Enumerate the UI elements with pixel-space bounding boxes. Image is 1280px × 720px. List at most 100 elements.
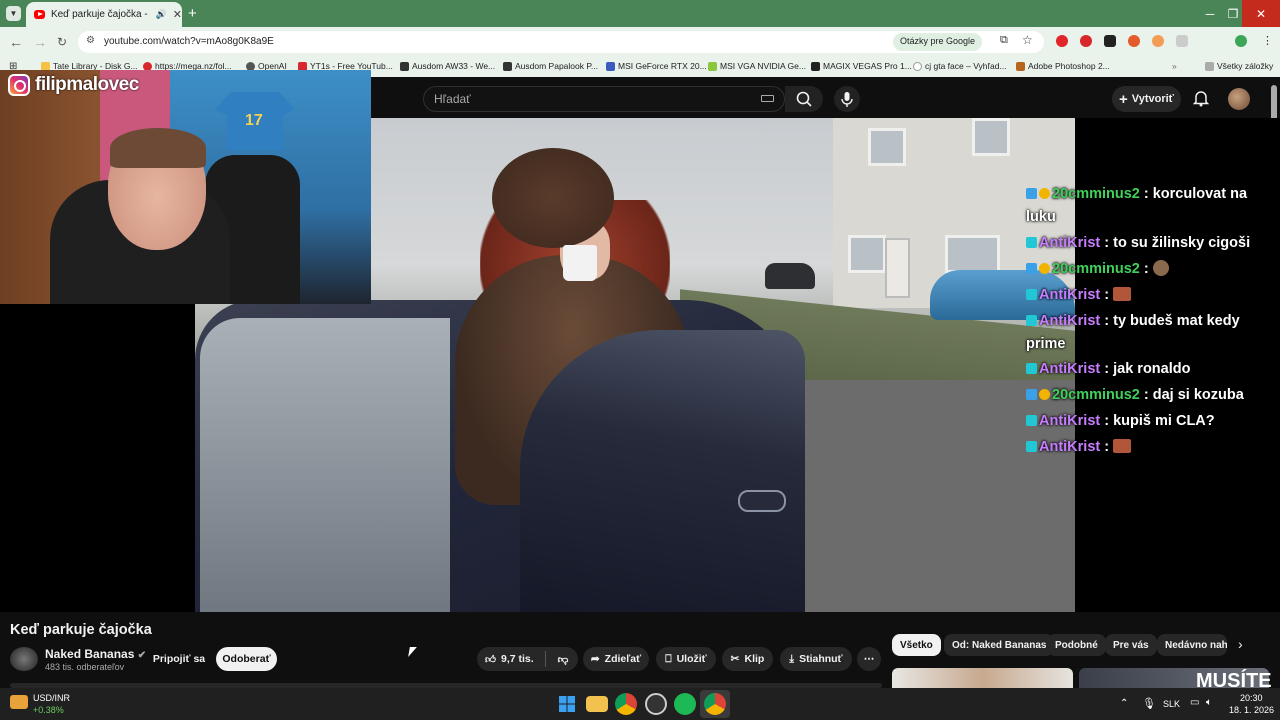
- chip-all[interactable]: Všetko: [892, 634, 941, 656]
- like-dislike-group: 👍︎ 9,7 tis. 👎︎: [477, 647, 578, 671]
- folder-icon: [1205, 61, 1214, 71]
- bookmark-item[interactable]: Ausdom AW33 - We...: [400, 61, 495, 71]
- share-button[interactable]: ➦ Zdieľať: [583, 647, 649, 671]
- bookmarks-overflow-icon[interactable]: »: [1172, 61, 1177, 71]
- join-button[interactable]: Pripojiť sa: [147, 647, 211, 671]
- chat-message: AntiKrist :: [1026, 436, 1276, 459]
- cast-icon[interactable]: ⧉: [1000, 34, 1008, 47]
- extensions-puzzle-icon[interactable]: [1176, 35, 1188, 47]
- dislike-button[interactable]: 👎︎: [558, 653, 569, 666]
- volume-icon[interactable]: 🔈︎: [1206, 697, 1212, 708]
- forward-icon[interactable]: →: [33, 34, 47, 50]
- badge-icon: [1026, 389, 1037, 400]
- tab-title: Keď parkuje čajočka - YouT: [50, 9, 150, 20]
- video-title: Keď parkuje čajočka: [10, 622, 152, 638]
- bookmark-item[interactable]: Adobe Photoshop 2...: [1016, 61, 1110, 71]
- windows-start-icon[interactable]: [556, 693, 578, 715]
- bookmark-item[interactable]: MAGIX VEGAS Pro 1...: [811, 61, 912, 71]
- webcam-hair: [110, 128, 206, 168]
- bookmark-item[interactable]: MSI VGA NVIDIA Ge...: [708, 61, 806, 71]
- subscribe-button[interactable]: Odoberať: [216, 647, 277, 671]
- keyboard-icon[interactable]: [761, 95, 774, 102]
- tray-overflow-icon[interactable]: ⌃: [1120, 698, 1128, 709]
- profile-icon[interactable]: [1235, 35, 1247, 47]
- google-questions-chip[interactable]: Otázky pre Google: [893, 33, 983, 51]
- more-actions-button[interactable]: ⋯: [857, 647, 881, 671]
- stock-name[interactable]: USD/INR: [33, 693, 70, 703]
- channel-name[interactable]: Naked Bananas ✔: [45, 647, 146, 661]
- tab-search-dropdown[interactable]: ▼: [6, 6, 21, 21]
- voice-search-button[interactable]: [834, 86, 860, 112]
- account-avatar[interactable]: [1228, 88, 1250, 110]
- chip-recent[interactable]: Nedávno nahr: [1157, 634, 1227, 656]
- channel-avatar[interactable]: [10, 647, 38, 671]
- back-icon[interactable]: ←: [9, 34, 23, 50]
- bookmark-item[interactable]: MSI GeForce RTX 20...: [606, 61, 707, 71]
- url-text[interactable]: youtube.com/watch?v=mAo8g0K8a9E: [104, 36, 274, 47]
- share-icon: ➦: [590, 653, 600, 665]
- badge-icon: [1039, 188, 1050, 199]
- bookmark-item[interactable]: cj gta face – Vyhľad...: [913, 61, 1007, 71]
- extension-icon[interactable]: [1128, 35, 1140, 47]
- chrome-profile-icon[interactable]: [704, 693, 726, 715]
- search-button[interactable]: [785, 86, 823, 112]
- tab-close-icon[interactable]: ✕: [173, 8, 182, 21]
- photoshop-icon: [1016, 61, 1025, 71]
- chat-message: 20cmminus2 : korculovat na luku: [1026, 186, 1248, 225]
- new-tab-button[interactable]: +: [188, 5, 197, 22]
- speaker-icon[interactable]: 🔊: [156, 9, 167, 20]
- clock-date[interactable]: 18. 1. 2026: [1229, 705, 1274, 715]
- chat-message: AntiKrist : kupiš mi CLA?: [1026, 410, 1276, 433]
- download-button[interactable]: ⤓ Stiahnuť: [780, 647, 852, 671]
- like-button[interactable]: 👍︎ 9,7 tis.: [485, 653, 534, 666]
- save-button[interactable]: ⎕ Uložiť: [656, 647, 716, 671]
- chip-for-you[interactable]: Pre vás: [1105, 634, 1157, 656]
- badge-icon: [1026, 315, 1037, 326]
- chip-related[interactable]: Podobné: [1047, 634, 1106, 656]
- badge-icon: [1026, 363, 1037, 374]
- instagram-handle: filipmalovec: [35, 74, 139, 95]
- chat-message: 20cmminus2 :: [1026, 258, 1276, 281]
- thumbs-up-icon: 👍︎: [485, 653, 496, 666]
- badge-icon: [1026, 263, 1037, 274]
- magix-icon: [811, 61, 820, 71]
- video-door-handle: [738, 490, 786, 512]
- verified-icon: ✔: [137, 650, 147, 661]
- language-indicator[interactable]: SLK: [1163, 699, 1180, 709]
- bookmark-star-icon[interactable]: ☆: [1022, 33, 1033, 47]
- clock-time[interactable]: 20:30: [1240, 693, 1263, 703]
- search-input[interactable]: [423, 86, 785, 112]
- menu-dots-icon[interactable]: ⋮: [1262, 34, 1273, 47]
- chat-message: AntiKrist : ty budeš mat kedy prime: [1026, 313, 1240, 352]
- notifications-bell-icon[interactable]: [1192, 89, 1210, 112]
- google-icon: [913, 61, 922, 71]
- chip-channel[interactable]: Od: Naked Bananas: [944, 634, 1055, 656]
- stock-widget-icon[interactable]: [10, 695, 28, 709]
- badge-icon: [1026, 237, 1037, 248]
- chrome-icon[interactable]: [615, 693, 637, 715]
- spotify-icon[interactable]: [674, 693, 696, 715]
- all-bookmarks[interactable]: Všetky záložky: [1205, 61, 1273, 71]
- extension-icon[interactable]: [1152, 35, 1164, 47]
- bookmark-item[interactable]: Ausdom Papalook P...: [503, 61, 598, 71]
- download-icon: ⤓: [789, 652, 795, 665]
- clip-button[interactable]: ✂ Klip: [722, 647, 773, 671]
- network-icon[interactable]: ▭: [1190, 697, 1199, 708]
- close-window-button[interactable]: ✕: [1242, 0, 1280, 27]
- mouse-cursor: [408, 647, 417, 657]
- file-explorer-icon[interactable]: [586, 696, 608, 712]
- create-button[interactable]: + Vytvoriť: [1112, 86, 1181, 112]
- instagram-badge: filipmalovec: [8, 74, 139, 96]
- emote-icon: [1113, 439, 1132, 453]
- adblock-extension-icon[interactable]: [1080, 35, 1092, 47]
- extension-icon[interactable]: [1104, 35, 1116, 47]
- reload-icon[interactable]: ↻: [57, 35, 67, 49]
- opera-extension-icon[interactable]: [1056, 35, 1068, 47]
- chevron-right-icon[interactable]: ›: [1238, 636, 1243, 652]
- badge-icon: [1026, 188, 1037, 199]
- obs-icon[interactable]: [645, 693, 667, 715]
- browser-tab[interactable]: Keď parkuje čajočka - YouT 🔊 ✕: [26, 2, 182, 27]
- microphone-tray-icon[interactable]: 🎙︎: [1142, 697, 1156, 710]
- plus-icon: +: [1119, 90, 1128, 108]
- site-info-icon[interactable]: ⚙: [86, 35, 95, 46]
